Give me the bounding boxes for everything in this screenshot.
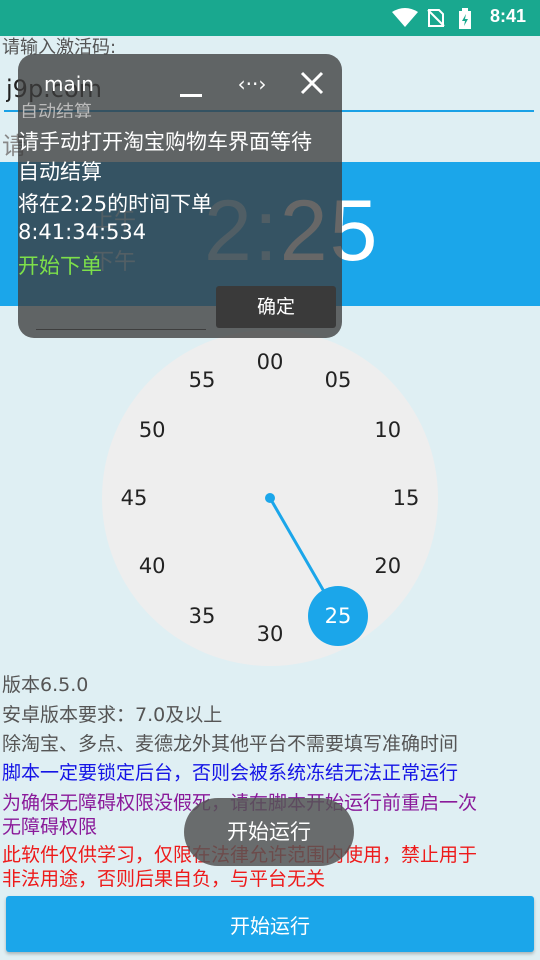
clock-minute-25[interactable]: 25: [308, 585, 368, 646]
close-icon[interactable]: [298, 68, 326, 98]
accessibility-note-text-2: 无障碍权限: [2, 816, 98, 838]
overlay-behind-text: 自动结算: [20, 102, 92, 118]
overlay-title: main: [44, 72, 94, 96]
overlay-line-1: 请手动打开淘宝购物车界面等待: [18, 130, 312, 154]
disclaimer-text-2: 非法用途，否则后果自负，与平台无关: [2, 868, 326, 890]
platform-note-text: 除淘宝、多点、麦德龙外其他平台不需要填写准确时间: [2, 733, 459, 755]
battery-charging-icon: [459, 8, 471, 29]
clock-time: 8:41: [489, 6, 526, 26]
clock-minute-55[interactable]: 55: [180, 365, 224, 395]
clock-minute-30[interactable]: 30: [248, 619, 292, 649]
minute-clock-dial[interactable]: 00 05 10 15 20 25 30 35 40 45 50 55: [102, 330, 438, 666]
clock-minute-10[interactable]: 10: [366, 415, 410, 445]
wifi-icon: [392, 8, 418, 27]
start-run-button[interactable]: 开始运行: [6, 896, 534, 952]
overlay-status: 开始下单: [18, 254, 102, 278]
no-sim-icon: [427, 9, 445, 27]
minimize-icon[interactable]: [180, 94, 202, 97]
ok-button[interactable]: 确定: [216, 286, 336, 328]
status-bar: 8:41: [0, 0, 540, 36]
clock-minute-00[interactable]: 00: [248, 347, 292, 377]
floating-window: 自动结算 main ‹··› 请手动打开淘宝购物车界面等待 自动结算 将在2:2…: [18, 54, 342, 338]
overlay-line-2: 自动结算: [18, 160, 102, 184]
clock-center-dot: [265, 493, 275, 503]
clock-minute-20[interactable]: 20: [366, 551, 410, 581]
clock-minute-05[interactable]: 05: [316, 365, 360, 395]
clock-minute-40[interactable]: 40: [130, 551, 174, 581]
lock-note-text: 脚本一定要锁定后台，否则会被系统冻结无法正常运行: [2, 762, 459, 784]
resize-arrows-icon[interactable]: ‹··›: [234, 70, 270, 98]
clock-minute-35[interactable]: 35: [180, 601, 224, 631]
overlay-line-4: 8:41:34:534: [18, 220, 147, 244]
toast-message: 开始运行: [184, 798, 354, 866]
overlay-line-3: 将在2:25的时间下单: [18, 192, 213, 216]
clock-minute-50[interactable]: 50: [130, 415, 174, 445]
clock-minute-45[interactable]: 45: [112, 483, 156, 513]
android-requirement-text: 安卓版本要求：7.0及以上: [2, 704, 223, 726]
version-text: 版本6.5.0: [2, 674, 89, 696]
clock-minute-15[interactable]: 15: [384, 483, 428, 513]
